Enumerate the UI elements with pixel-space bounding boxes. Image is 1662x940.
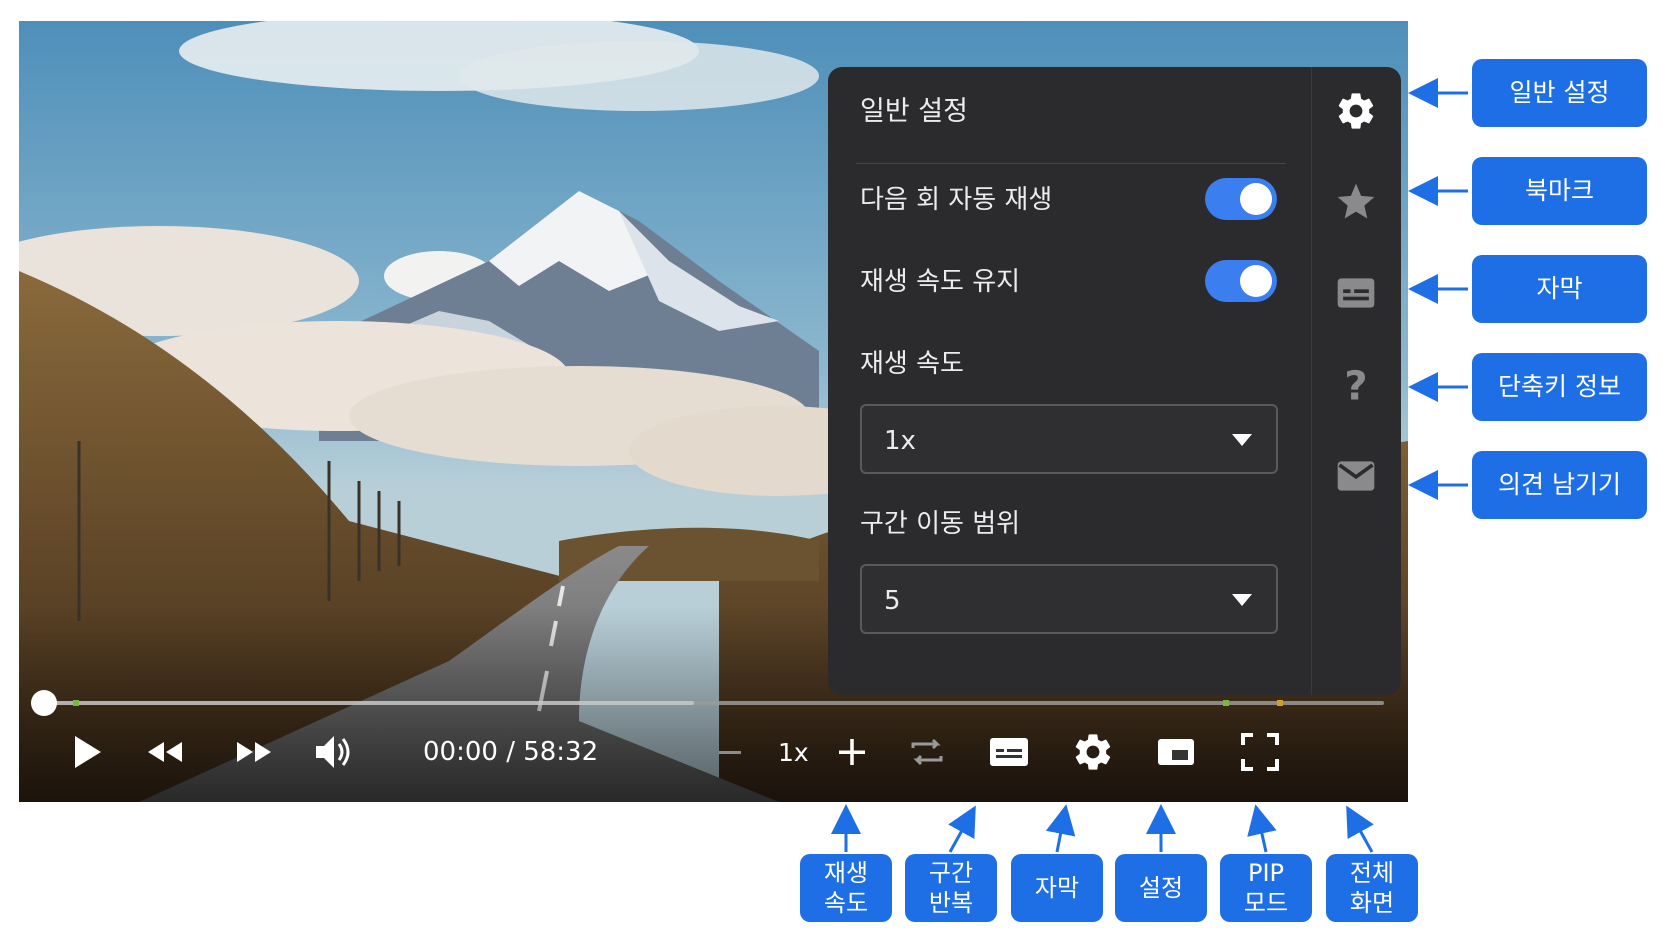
subtitle-icon[interactable]: [1334, 271, 1378, 315]
callout-subtitle-bottom: 자막: [1011, 854, 1103, 922]
callout-line: 반복: [928, 889, 974, 917]
volume-icon[interactable]: [312, 730, 356, 774]
toggle-knob: [1240, 265, 1272, 297]
callout-line: 속도: [823, 889, 869, 917]
seek-range-value: 5: [884, 586, 901, 616]
keep-speed-label: 재생 속도 유지: [860, 267, 1021, 297]
panel-sidebar-divider: [1311, 67, 1312, 695]
autoplay-toggle[interactable]: [1205, 178, 1277, 220]
speed-decrease-icon[interactable]: [715, 730, 745, 774]
progress-marker: [73, 700, 79, 706]
speed-value: 1x: [778, 738, 809, 767]
panel-title: 일반 설정: [860, 96, 968, 127]
fullscreen-icon[interactable]: [1238, 730, 1282, 774]
speed-label: 재생 속도: [860, 349, 964, 379]
gear-icon[interactable]: [1071, 730, 1115, 774]
progress-thumb[interactable]: [31, 690, 57, 716]
panel-divider: [856, 163, 1286, 164]
svg-text:?: ?: [1344, 363, 1367, 407]
progress-marker: [1223, 700, 1229, 706]
callout-settings: 설정: [1115, 854, 1207, 922]
callout-feedback: 의견 남기기: [1472, 451, 1647, 519]
pip-icon[interactable]: [1154, 730, 1198, 774]
callout-line: 재생: [823, 859, 869, 887]
video-player[interactable]: 일반 설정 다음 회 자동 재생 재생 속도 유지 재생 속도 1x 구간 이동…: [19, 21, 1408, 802]
subtitle-icon[interactable]: [987, 730, 1031, 774]
callout-fullscreen: 전체 화면: [1326, 854, 1418, 922]
seek-range-select[interactable]: 5: [860, 564, 1278, 634]
callout-line: 설정: [1138, 874, 1184, 902]
autoplay-label: 다음 회 자동 재생: [860, 185, 1053, 215]
callout-general-settings: 일반 설정: [1472, 59, 1647, 127]
speed-increase-icon[interactable]: [835, 730, 869, 774]
progress-bar[interactable]: [44, 700, 1384, 706]
callout-line: PIP: [1247, 859, 1284, 887]
callout-subtitle: 자막: [1472, 255, 1647, 323]
question-icon[interactable]: ?: [1334, 363, 1378, 407]
callout-line: 화면: [1349, 889, 1395, 917]
settings-panel: 일반 설정 다음 회 자동 재생 재생 속도 유지 재생 속도 1x 구간 이동…: [828, 67, 1401, 695]
callout-shortcut-info: 단축키 정보: [1472, 353, 1647, 421]
repeat-icon[interactable]: [905, 730, 949, 774]
time-display: 00:00 / 58:32: [423, 737, 599, 767]
callout-pip: PIP 모드: [1220, 854, 1312, 922]
seek-range-label: 구간 이동 범위: [860, 509, 1021, 539]
callout-line: 모드: [1243, 889, 1289, 917]
progress-marker: [1277, 700, 1283, 706]
star-icon[interactable]: [1334, 180, 1378, 224]
mail-icon[interactable]: [1334, 454, 1378, 498]
play-icon[interactable]: [69, 730, 109, 774]
speed-select[interactable]: 1x: [860, 404, 1278, 474]
speed-select-value: 1x: [884, 426, 916, 456]
progress-buffered: [44, 701, 694, 705]
fast-forward-icon[interactable]: [231, 730, 275, 774]
callout-line: 자막: [1034, 874, 1080, 902]
callout-playback-speed: 재생 속도: [800, 854, 892, 922]
chevron-down-icon: [1232, 594, 1252, 606]
callout-line: 구간: [928, 859, 974, 887]
toggle-knob: [1240, 183, 1272, 215]
keep-speed-toggle[interactable]: [1205, 260, 1277, 302]
callout-line: 전체: [1349, 859, 1395, 887]
callout-repeat: 구간 반복: [905, 854, 997, 922]
callout-bookmark: 북마크: [1472, 157, 1647, 225]
rewind-icon[interactable]: [144, 730, 188, 774]
chevron-down-icon: [1232, 434, 1252, 446]
gear-icon[interactable]: [1334, 89, 1378, 133]
